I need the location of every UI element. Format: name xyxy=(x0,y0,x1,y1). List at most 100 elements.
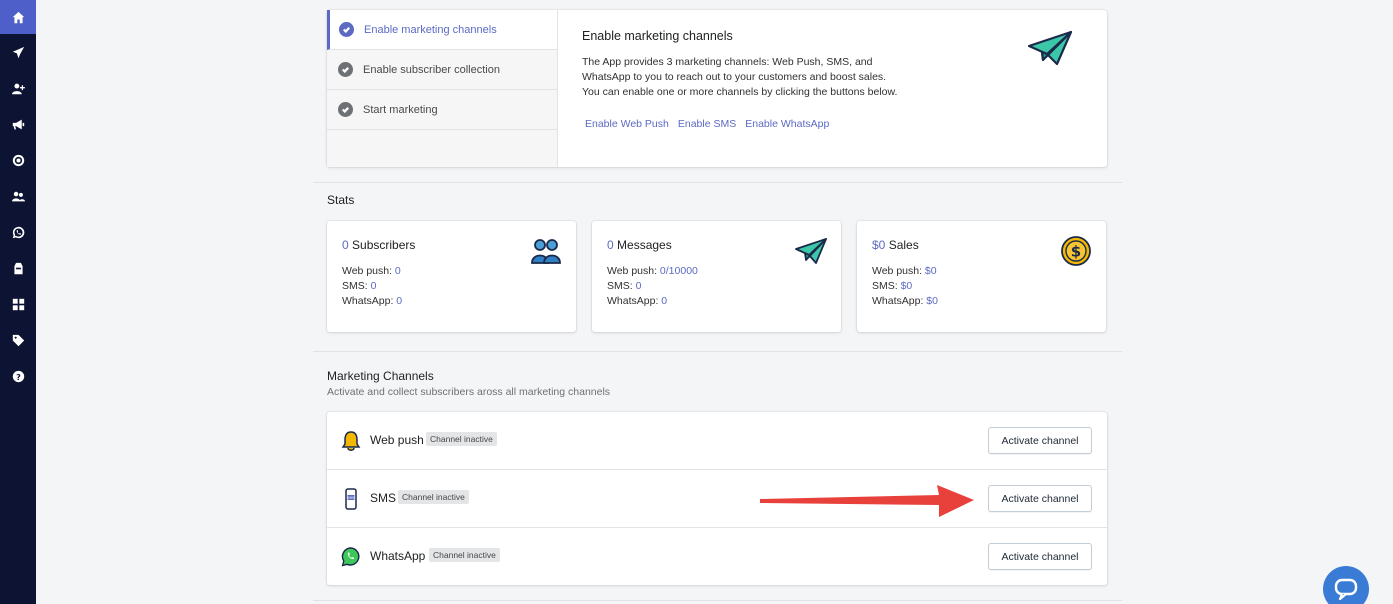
enable-links: Enable Web Push Enable SMS Enable WhatsA… xyxy=(585,118,829,130)
breakdown-value: 0 xyxy=(635,280,642,292)
channel-name: SMS xyxy=(370,491,397,505)
breakdown-key: SMS: xyxy=(607,280,636,292)
enable-web-push-link[interactable]: Enable Web Push xyxy=(585,118,669,130)
sidebar-item-subscribers[interactable] xyxy=(0,73,36,103)
check-circle-icon xyxy=(338,102,353,117)
check-circle-icon xyxy=(339,22,354,37)
channels-subtitle: Activate and collect subscribers aross a… xyxy=(327,386,611,398)
breakdown-key: SMS: xyxy=(342,280,371,292)
grid-icon xyxy=(12,298,24,310)
enable-whatsapp-link[interactable]: Enable WhatsApp xyxy=(745,118,829,130)
breakdown-key: Web push: xyxy=(342,265,395,277)
step-start-marketing[interactable]: Start marketing xyxy=(327,90,557,130)
breakdown-key: Web push: xyxy=(872,265,925,277)
sidebar-item-targeting[interactable] xyxy=(0,145,36,175)
store-icon xyxy=(13,262,23,274)
breakdown-value: 0 xyxy=(661,295,668,307)
channel-row-whatsapp: WhatsApp Channel inactive Activate chann… xyxy=(327,528,1107,586)
chat-bubble-icon xyxy=(1334,578,1358,600)
section-divider xyxy=(313,182,1122,183)
phone-sms-icon: SMS xyxy=(345,488,357,510)
breakdown-key: WhatsApp: xyxy=(872,295,927,307)
breakdown-key: Web push: xyxy=(607,265,660,277)
svg-text:SMS: SMS xyxy=(347,496,355,500)
channels-list: Web push Channel inactive Activate chann… xyxy=(327,412,1107,585)
stat-heading: 0 Subscribers xyxy=(342,238,415,252)
paper-plane-icon xyxy=(795,238,827,264)
sidebar-item-audience[interactable] xyxy=(0,181,36,211)
breakdown-key: WhatsApp: xyxy=(607,295,662,307)
whatsapp-icon xyxy=(341,547,360,567)
svg-text:?: ? xyxy=(16,371,21,381)
onboarding-card: Enable marketing channels Enable subscri… xyxy=(327,10,1107,167)
stat-heading: 0 Messages xyxy=(607,238,672,252)
breakdown-key: SMS: xyxy=(872,280,901,292)
onboarding-content: Enable marketing channels The App provid… xyxy=(582,29,922,100)
breakdown-value: 0 xyxy=(396,295,403,307)
help-icon: ? xyxy=(12,370,24,382)
whatsapp-icon xyxy=(12,226,24,238)
breakdown-value: 0 xyxy=(370,280,377,292)
sidebar-item-pricing[interactable] xyxy=(0,325,36,355)
users-icon xyxy=(11,191,25,201)
step-label: Enable marketing channels xyxy=(364,23,497,36)
stat-value: $0 xyxy=(872,238,886,252)
send-icon xyxy=(12,46,24,58)
onboarding-steps: Enable marketing channels Enable subscri… xyxy=(327,10,558,167)
sidebar-item-whatsapp[interactable] xyxy=(0,217,36,247)
status-badge: Channel inactive xyxy=(398,490,469,504)
target-icon xyxy=(12,154,24,166)
tag-icon xyxy=(12,334,24,346)
step-subscriber-collection[interactable]: Enable subscriber collection xyxy=(327,50,557,90)
stat-card-sales: $0 Sales Web push: $0 SMS: $0 WhatsApp: … xyxy=(857,221,1106,332)
enable-sms-link[interactable]: Enable SMS xyxy=(678,118,736,130)
red-arrow-annotation xyxy=(760,485,974,517)
step-enable-channels[interactable]: Enable marketing channels xyxy=(327,10,557,50)
status-badge: Channel inactive xyxy=(426,432,497,446)
breakdown-key: WhatsApp: xyxy=(342,295,397,307)
sidebar-item-apps[interactable] xyxy=(0,289,36,319)
breakdown-value: $0 xyxy=(926,295,938,307)
breakdown-value: $0 xyxy=(924,265,937,277)
channel-name: Web push xyxy=(370,433,424,447)
stat-value: 0 xyxy=(607,238,614,252)
sidebar-item-campaigns[interactable] xyxy=(0,37,36,67)
stat-card-subscribers: 0 Subscribers Web push: 0 SMS: 0 WhatsAp… xyxy=(327,221,576,332)
sidebar-item-store[interactable] xyxy=(0,253,36,283)
activate-web-push-button[interactable]: Activate channel xyxy=(988,427,1092,454)
stat-label: Subscribers xyxy=(352,238,416,252)
stat-card-messages: 0 Messages Web push: 0/10000 SMS: 0 What… xyxy=(592,221,841,332)
dollar-coin-icon: $ xyxy=(1061,236,1091,266)
sidebar-item-help[interactable]: ? xyxy=(0,361,36,391)
stats-title: Stats xyxy=(327,193,355,207)
sidebar-item-announcements[interactable] xyxy=(0,109,36,139)
chat-launcher-button[interactable] xyxy=(1323,566,1369,604)
description-line: The App provides 3 marketing channels: W… xyxy=(582,56,873,68)
sidebar-item-home[interactable] xyxy=(0,0,36,34)
stat-breakdown: Web push: 0 SMS: 0 WhatsApp: 0 xyxy=(342,264,402,309)
description-line: You can enable one or more channels by c… xyxy=(582,86,898,98)
status-badge: Channel inactive xyxy=(429,548,500,562)
channel-row-sms: SMS SMS Channel inactive Activate channe… xyxy=(327,470,1107,528)
activate-whatsapp-button[interactable]: Activate channel xyxy=(988,543,1092,570)
user-add-icon xyxy=(11,83,25,94)
section-divider xyxy=(313,351,1122,352)
paper-plane-icon xyxy=(1027,30,1073,66)
stat-breakdown: Web push: 0/10000 SMS: 0 WhatsApp: 0 xyxy=(607,264,698,309)
bell-icon xyxy=(341,431,361,451)
breakdown-value: 0 xyxy=(394,265,401,277)
svg-text:$: $ xyxy=(1071,243,1081,261)
breakdown-value: 0/10000 xyxy=(659,265,698,277)
stat-heading: $0 Sales xyxy=(872,238,919,252)
channel-name: WhatsApp xyxy=(370,549,426,563)
breakdown-value: $0 xyxy=(900,280,913,292)
step-label: Start marketing xyxy=(363,103,438,116)
check-circle-icon xyxy=(338,62,353,77)
stat-value: 0 xyxy=(342,238,349,252)
stat-label: Messages xyxy=(617,238,672,252)
section-divider xyxy=(313,600,1122,601)
onboarding-title: Enable marketing channels xyxy=(582,29,733,43)
activate-sms-button[interactable]: Activate channel xyxy=(988,485,1092,512)
description-line: WhatsApp to you to reach out to your cus… xyxy=(582,71,887,83)
home-icon xyxy=(12,11,24,23)
